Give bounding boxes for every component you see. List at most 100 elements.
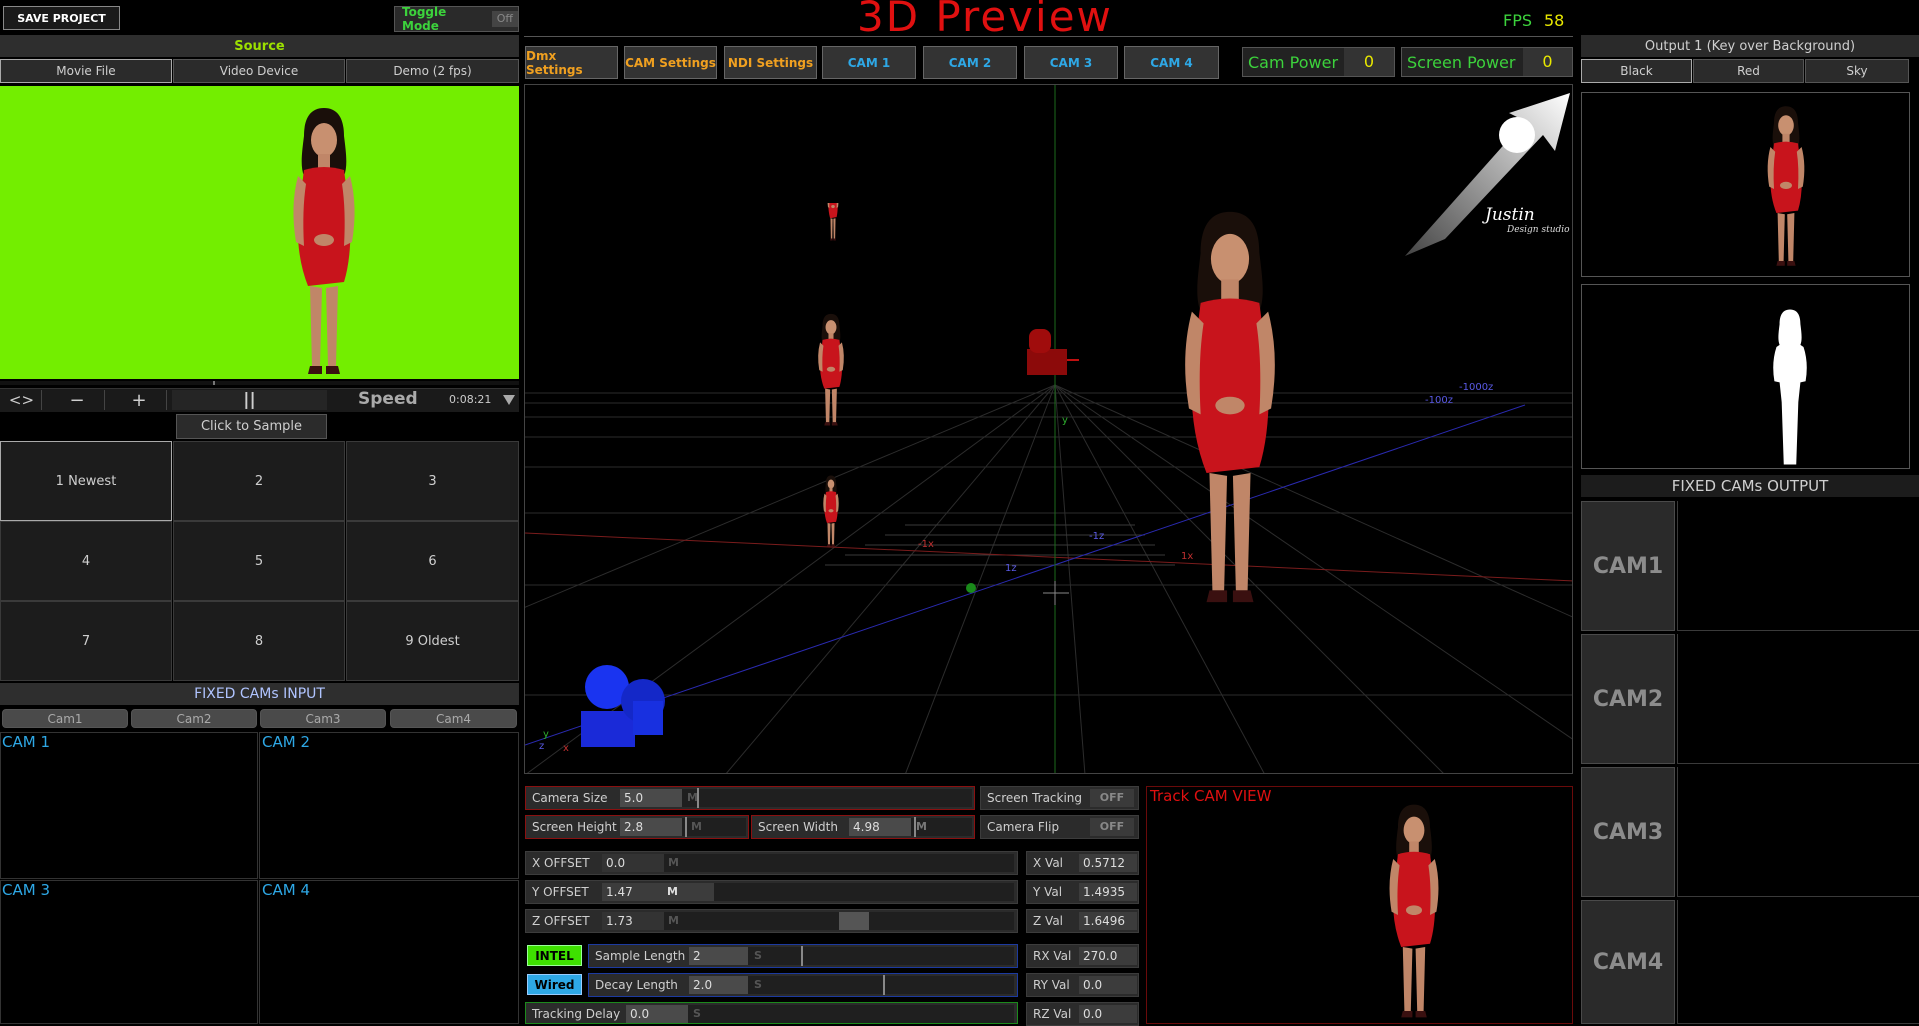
camera-size-label: Camera Size: [532, 791, 608, 805]
tab-cam4[interactable]: Cam4: [390, 709, 517, 728]
sample-slot-3[interactable]: 3: [346, 441, 519, 521]
chevron-down-icon[interactable]: [503, 395, 515, 405]
screen-power-value: 0: [1523, 48, 1572, 76]
input-cam3-view: [0, 880, 258, 1024]
tab-cam2[interactable]: Cam2: [131, 709, 257, 728]
tab-cam3[interactable]: Cam3: [260, 709, 386, 728]
decay-length-track: [748, 976, 1014, 994]
plus-button[interactable]: +: [112, 390, 167, 411]
sample-slot-1[interactable]: 1 Newest: [0, 441, 172, 521]
tab-red[interactable]: Red: [1693, 59, 1804, 83]
sample-slot-5[interactable]: 5: [173, 521, 345, 601]
tab-sky[interactable]: Sky: [1805, 59, 1909, 83]
screen-figure-mid: [810, 291, 852, 461]
input-cam2-label: CAM 2: [262, 733, 310, 751]
camera-size-handle[interactable]: [697, 788, 699, 808]
screen-height-handle[interactable]: [685, 817, 687, 837]
screen-tracking-control[interactable]: Screen Tracking OFF: [980, 786, 1139, 810]
wired-button[interactable]: Wired: [527, 974, 582, 995]
tab-movie-file[interactable]: Movie File: [0, 59, 172, 83]
screen-height-label: Screen Height: [532, 820, 617, 834]
sample-length-track: [748, 947, 1014, 965]
y-offset-label: Y OFFSET: [532, 885, 589, 899]
sample-length-s: S: [754, 949, 762, 962]
sample-slot-2[interactable]: 2: [173, 441, 345, 521]
screen-width-handle[interactable]: [914, 817, 916, 837]
gizmo-x-label: x: [563, 743, 569, 754]
ndi-settings-button[interactable]: NDI Settings: [724, 46, 817, 79]
tab-cam1[interactable]: Cam1: [2, 709, 128, 728]
camera-flip-toggle[interactable]: OFF: [1090, 818, 1134, 836]
track-cam-figure: [1374, 803, 1454, 1024]
screen-width-label: Screen Width: [758, 820, 838, 834]
tracking-delay-value: 0.0: [626, 1005, 688, 1023]
cam-power-value: 0: [1344, 48, 1394, 76]
logo-arrow-icon: [1405, 93, 1570, 256]
camera-size-control[interactable]: Camera Size 5.0 M: [525, 786, 975, 810]
logo-script: Justin: [1485, 205, 1535, 225]
cam4-button[interactable]: CAM 4: [1124, 46, 1219, 79]
playback-time: 0:08:21: [449, 393, 492, 406]
output-cam3-button[interactable]: CAM3: [1581, 767, 1675, 897]
tab-video-device[interactable]: Video Device: [173, 59, 345, 83]
cam-settings-button[interactable]: CAM Settings: [624, 46, 717, 79]
minus-button[interactable]: −: [50, 390, 105, 411]
tab-demo[interactable]: Demo (2 fps): [346, 59, 519, 83]
output-cam4-button[interactable]: CAM4: [1581, 900, 1675, 1024]
screen-width-control[interactable]: Screen Width 4.98 M: [751, 815, 975, 839]
sample-slot-9[interactable]: 9 Oldest: [346, 601, 519, 681]
axis-label-minus-1z: -1z: [1089, 531, 1105, 542]
y-offset-value: 1.47: [602, 883, 714, 901]
sample-slot-4[interactable]: 4: [0, 521, 172, 601]
output-cam1-button[interactable]: CAM1: [1581, 501, 1675, 631]
y-offset-control[interactable]: Y OFFSET 1.47 M: [525, 880, 1018, 904]
decay-length-handle[interactable]: [883, 975, 885, 995]
axis-label-y: y: [1062, 415, 1068, 426]
toggle-mode-button[interactable]: Toggle Mode Off: [394, 5, 519, 33]
z-offset-handle[interactable]: [839, 912, 869, 930]
screen-tracking-toggle[interactable]: OFF: [1090, 789, 1134, 807]
tracking-delay-control[interactable]: Tracking Delay 0.0 S: [525, 1002, 1018, 1024]
sample-slot-7[interactable]: 7: [0, 601, 172, 681]
logo-subtitle: Design studio: [1507, 225, 1570, 235]
x-offset-control[interactable]: X OFFSET 0.0 M: [525, 851, 1018, 875]
sample-length-control[interactable]: Sample Length 2 S: [588, 944, 1018, 968]
output-cam2-button[interactable]: CAM2: [1581, 634, 1675, 764]
screen-width-value: 4.98: [849, 818, 911, 836]
intel-button[interactable]: INTEL: [527, 945, 582, 966]
sample-length-handle[interactable]: [801, 946, 803, 966]
cam1-button[interactable]: CAM 1: [822, 46, 916, 79]
pause-button[interactable]: ||: [172, 390, 327, 410]
rx-val-label: RX Val: [1033, 949, 1072, 963]
playback-progress[interactable]: [0, 381, 519, 385]
camera-size-value: 5.0: [620, 789, 682, 807]
source-header: Source: [0, 35, 519, 57]
x-offset-track: [664, 854, 1014, 872]
tab-black[interactable]: Black: [1581, 59, 1692, 83]
click-to-sample-button[interactable]: Click to Sample: [176, 414, 327, 439]
cam3-button[interactable]: CAM 3: [1024, 46, 1118, 79]
screen-height-control[interactable]: Screen Height 2.8 M: [525, 815, 749, 839]
page-title: 3D Preview: [857, 0, 1113, 41]
sample-length-label: Sample Length: [595, 949, 686, 963]
decay-length-control[interactable]: Decay Length 2.0 S: [588, 973, 1018, 997]
camera-flip-control[interactable]: Camera Flip OFF: [980, 815, 1139, 839]
dmx-settings-button[interactable]: Dmx Settings: [525, 46, 618, 79]
save-project-button[interactable]: SAVE PROJECT: [3, 6, 120, 30]
swap-button[interactable]: <>: [2, 390, 42, 410]
rz-val-readout: RZ Val 0.0: [1026, 1002, 1139, 1026]
ry-val-readout: RY Val 0.0: [1026, 973, 1139, 997]
ry-val-value: 0.0: [1079, 976, 1137, 994]
sample-slot-6[interactable]: 6: [346, 521, 519, 601]
gizmo-y-label: y: [543, 729, 549, 740]
sample-length-value: 2: [689, 947, 748, 965]
gizmo-z-label: z: [539, 741, 545, 752]
cam2-button[interactable]: CAM 2: [923, 46, 1017, 79]
3d-viewport[interactable]: -1000z -100z y -1x 1x -1z 1z y z x Justi…: [524, 84, 1573, 774]
z-offset-control[interactable]: Z OFFSET 1.73 M: [525, 909, 1018, 933]
z-offset-label: Z OFFSET: [532, 914, 590, 928]
fps-value: 58: [1544, 11, 1565, 30]
tracking-delay-label: Tracking Delay: [532, 1007, 621, 1021]
x-val-readout: X Val 0.5712: [1026, 851, 1139, 875]
sample-slot-8[interactable]: 8: [173, 601, 345, 681]
